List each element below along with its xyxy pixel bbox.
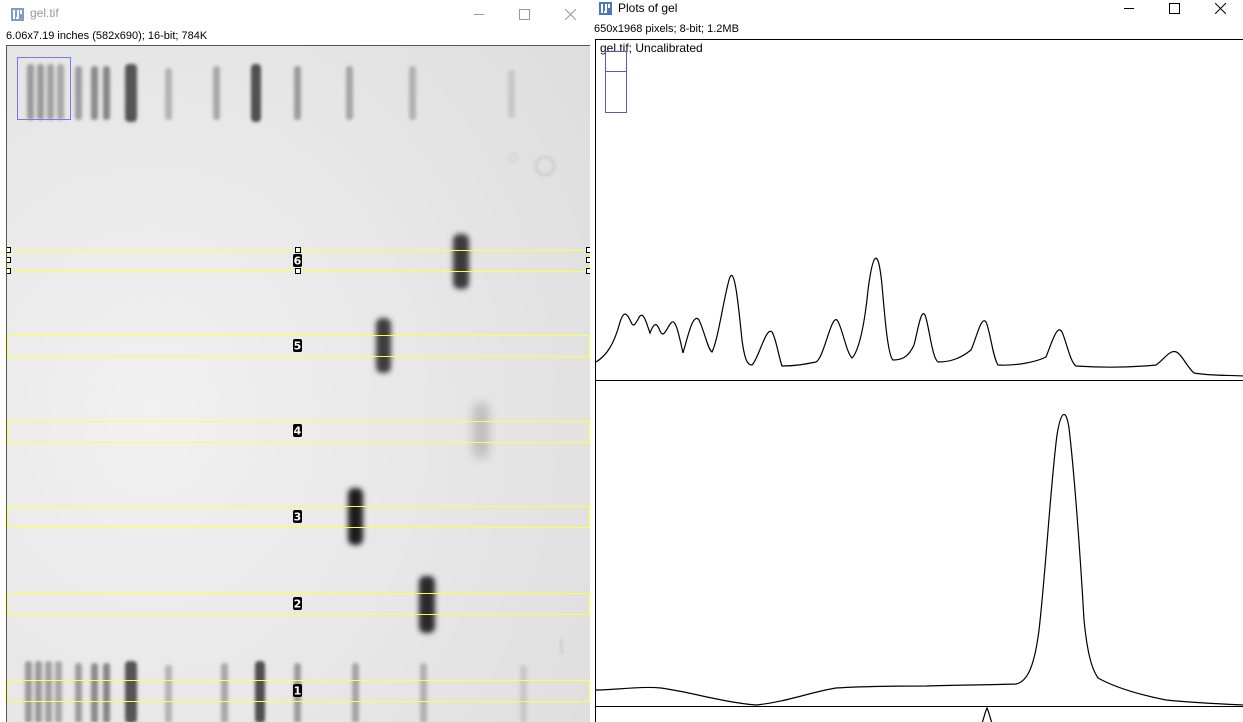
close-button[interactable] [1197, 0, 1243, 16]
ladder-band [91, 66, 98, 120]
lane-profile-3 [981, 706, 993, 722]
roi-label-3: 3 [294, 511, 302, 524]
ladder-band [27, 64, 34, 120]
gel-background [7, 46, 590, 722]
roi-label-2: 2 [294, 598, 302, 611]
ladder-band [213, 66, 220, 120]
close-icon [564, 8, 576, 20]
ladder-band [352, 663, 359, 722]
minimize-button[interactable] [456, 0, 502, 28]
imagej-icon [599, 2, 612, 15]
ladder-band [25, 661, 32, 722]
ladder-band [75, 663, 82, 722]
window-title: Plots of gel [618, 1, 678, 15]
maximize-button[interactable] [501, 0, 547, 28]
navigator-box[interactable] [605, 51, 627, 113]
close-button[interactable] [547, 0, 590, 28]
ladder-band [255, 661, 265, 722]
ladder-band [57, 64, 64, 120]
band-lane-4 [473, 403, 489, 458]
plot-canvas[interactable]: gel.tif; Uncalibrated [595, 39, 1243, 722]
band-lane-3 [348, 488, 363, 545]
ladder-band [520, 665, 527, 722]
roi-label-1: 1 [294, 685, 302, 698]
ladder-band [103, 663, 110, 722]
ladder-band [125, 64, 137, 122]
roi-label-5: 5 [294, 340, 302, 353]
ladder-band [37, 64, 44, 120]
roi-handle [7, 247, 11, 253]
minimize-icon [1123, 7, 1134, 9]
roi-handle [7, 268, 11, 274]
maximize-button[interactable] [1151, 0, 1197, 16]
close-icon [1214, 2, 1226, 14]
ladder-band [251, 64, 261, 122]
roi-handle [295, 268, 301, 274]
ladder-band [346, 66, 353, 120]
lane-profile-1 [596, 257, 1243, 377]
image-info: 650x1968 pixels; 8-bit; 1.2MB [594, 23, 739, 35]
ladder-band [103, 66, 110, 120]
band-lane-2 [419, 576, 435, 633]
ladder-band [508, 70, 515, 118]
ladder-band [420, 663, 427, 722]
imagej-icon [11, 8, 24, 21]
roi-label-4: 4 [294, 425, 302, 438]
gel-image-window[interactable]: gel.tif 6.06x7.19 inches (582x690); 16-b… [0, 0, 590, 722]
roi-label-6: 6 [294, 255, 302, 268]
ladder-band [165, 665, 172, 722]
ladder-band [47, 64, 54, 120]
plots-window[interactable]: Plots of gel 650x1968 pixels; 8-bit; 1.2… [590, 0, 1243, 722]
maximize-icon [518, 8, 530, 20]
lane-profile-2 [596, 414, 1243, 706]
roi-handle [7, 257, 11, 263]
ladder-band [409, 66, 416, 120]
ladder-band [45, 661, 52, 722]
image-info: 6.06x7.19 inches (582x690); 16-bit; 784K [6, 30, 208, 42]
plot-caption: gel.tif; Uncalibrated [600, 41, 703, 55]
band-lane-6 [453, 234, 469, 289]
ladder-band [165, 68, 172, 120]
ladder-band [91, 663, 98, 722]
window-title: gel.tif [30, 6, 59, 20]
ladder-band [75, 66, 82, 120]
minimize-icon [473, 13, 484, 15]
minimize-button[interactable] [1106, 0, 1152, 16]
gel-window-titlebar[interactable]: gel.tif [0, 0, 590, 28]
ladder-band [221, 663, 228, 722]
roi-handle [295, 247, 301, 253]
maximize-icon [1168, 2, 1180, 14]
ladder-band [125, 661, 137, 722]
band-lane-5 [376, 318, 391, 373]
gel-image-canvas[interactable]: 6 5 4 3 2 1 [6, 45, 590, 722]
ladder-band [294, 66, 301, 120]
ladder-band [35, 661, 42, 722]
ladder-band [55, 661, 62, 722]
